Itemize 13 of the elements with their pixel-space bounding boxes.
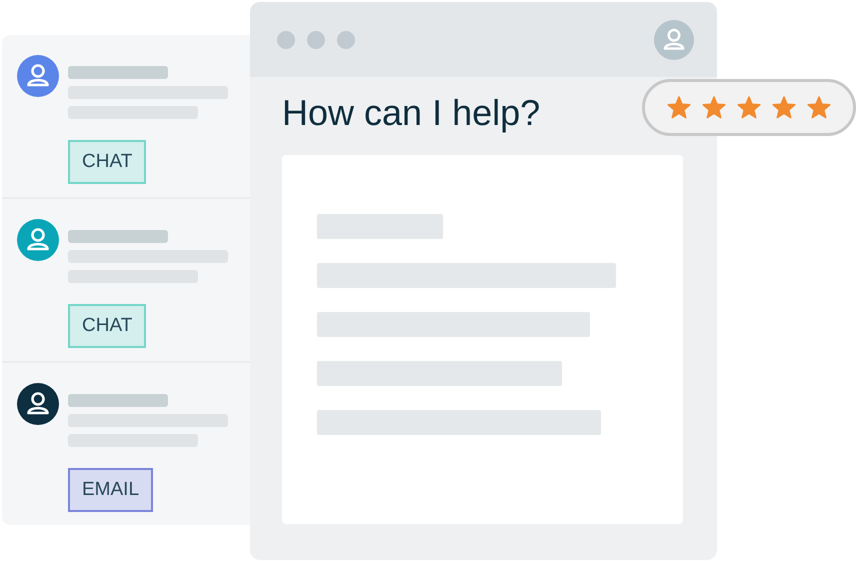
star-icon (667, 96, 691, 119)
star-icon (772, 96, 796, 119)
window-title: How can I help? (282, 91, 540, 135)
user-avatar-icon[interactable] (654, 20, 694, 60)
star-icon (737, 96, 761, 119)
channel-tag: EMAIL (68, 468, 154, 512)
star-icon (702, 96, 726, 119)
window-dot-icon (307, 30, 325, 48)
window-dot-icon (337, 30, 355, 48)
channel-tag: CHAT (68, 304, 146, 348)
star-icon (807, 96, 831, 119)
channel-tag: CHAT (68, 140, 146, 184)
window-dot-icon (277, 30, 295, 48)
